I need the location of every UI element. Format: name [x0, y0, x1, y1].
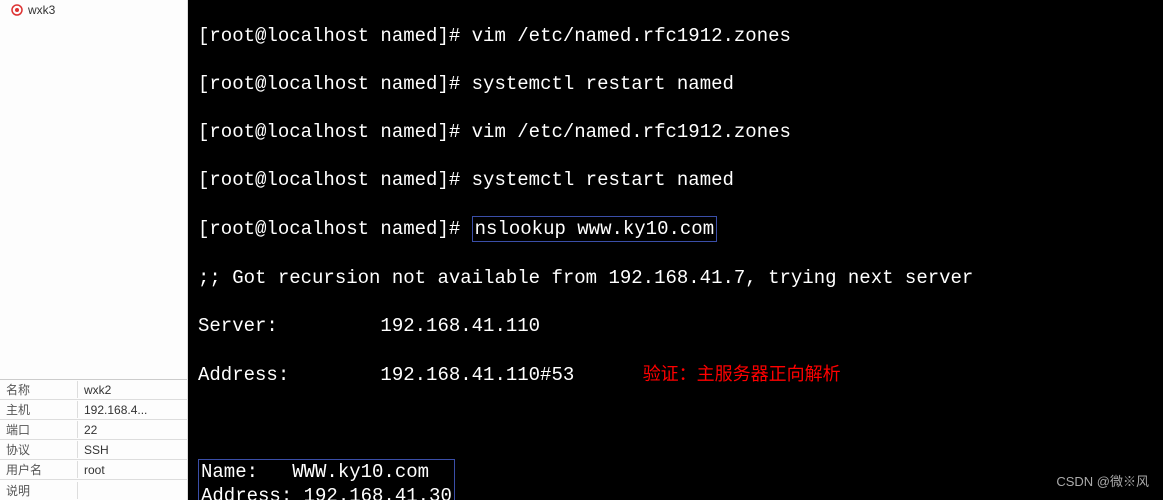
command-text: systemctl restart named	[472, 169, 734, 191]
annotation-forward: 验证：主服务器正向解析	[643, 364, 841, 384]
terminal-line: Address: 192.168.41.110#53 验证：主服务器正向解析	[198, 362, 1159, 387]
shell-prompt: [root@localhost named]#	[198, 73, 472, 95]
terminal-line: [root@localhost named]# systemctl restar…	[198, 168, 1159, 192]
prop-key: 端口	[0, 421, 78, 438]
prop-key: 用户名	[0, 461, 78, 478]
prop-key: 名称	[0, 381, 78, 398]
session-tree[interactable]: wxk3	[0, 0, 187, 379]
prop-row-desc[interactable]: 说明	[0, 480, 187, 500]
prop-val: root	[78, 463, 187, 477]
output-text: Address: 192.168.41.30	[201, 485, 452, 500]
terminal-line: ;; Got recursion not available from 192.…	[198, 266, 1159, 290]
properties-table: 名称 wxk2 主机 192.168.4... 端口 22 协议 SSH 用户名…	[0, 379, 187, 500]
prop-row-host[interactable]: 主机 192.168.4...	[0, 400, 187, 420]
shell-prompt: [root@localhost named]#	[198, 218, 472, 240]
terminal-line	[198, 411, 1159, 435]
session-icon	[10, 3, 24, 17]
prop-val: wxk2	[78, 383, 187, 397]
terminal-line: [root@localhost named]# vim /etc/named.r…	[198, 24, 1159, 48]
output-text: Name: WWW.ky10.com	[201, 461, 429, 483]
command-text: vim /etc/named.rfc1912.zones	[472, 121, 791, 143]
terminal-line: [root@localhost named]# nslookup www.ky1…	[198, 216, 1159, 242]
session-label: wxk3	[28, 3, 55, 17]
prop-val: SSH	[78, 443, 187, 457]
prop-row-name[interactable]: 名称 wxk2	[0, 380, 187, 400]
watermark: CSDN @微※风	[1056, 470, 1149, 494]
shell-prompt: [root@localhost named]#	[198, 25, 472, 47]
command-text: vim /etc/named.rfc1912.zones	[472, 25, 791, 47]
prop-row-protocol[interactable]: 协议 SSH	[0, 440, 187, 460]
shell-prompt: [root@localhost named]#	[198, 169, 472, 191]
prop-key: 说明	[0, 482, 78, 499]
highlighted-output: Name: WWW.ky10.com Address: 192.168.41.3…	[198, 459, 455, 500]
terminal-output[interactable]: [root@localhost named]# vim /etc/named.r…	[188, 0, 1163, 500]
prop-row-port[interactable]: 端口 22	[0, 420, 187, 440]
session-tree-item[interactable]: wxk3	[6, 2, 181, 18]
terminal-line: Name: WWW.ky10.com Address: 192.168.41.3…	[198, 459, 1159, 500]
shell-prompt: [root@localhost named]#	[198, 121, 472, 143]
session-sidebar: wxk3 名称 wxk2 主机 192.168.4... 端口 22 协议 SS…	[0, 0, 188, 500]
terminal-line: [root@localhost named]# systemctl restar…	[198, 72, 1159, 96]
highlighted-command: nslookup www.ky10.com	[472, 216, 717, 242]
prop-val: 22	[78, 423, 187, 437]
prop-val: 192.168.4...	[78, 403, 187, 417]
output-text: Address: 192.168.41.110#53	[198, 364, 574, 386]
terminal-line: Server: 192.168.41.110	[198, 314, 1159, 338]
prop-key: 协议	[0, 441, 78, 458]
terminal-line: [root@localhost named]# vim /etc/named.r…	[198, 120, 1159, 144]
command-text: systemctl restart named	[472, 73, 734, 95]
prop-row-username[interactable]: 用户名 root	[0, 460, 187, 480]
prop-key: 主机	[0, 401, 78, 418]
